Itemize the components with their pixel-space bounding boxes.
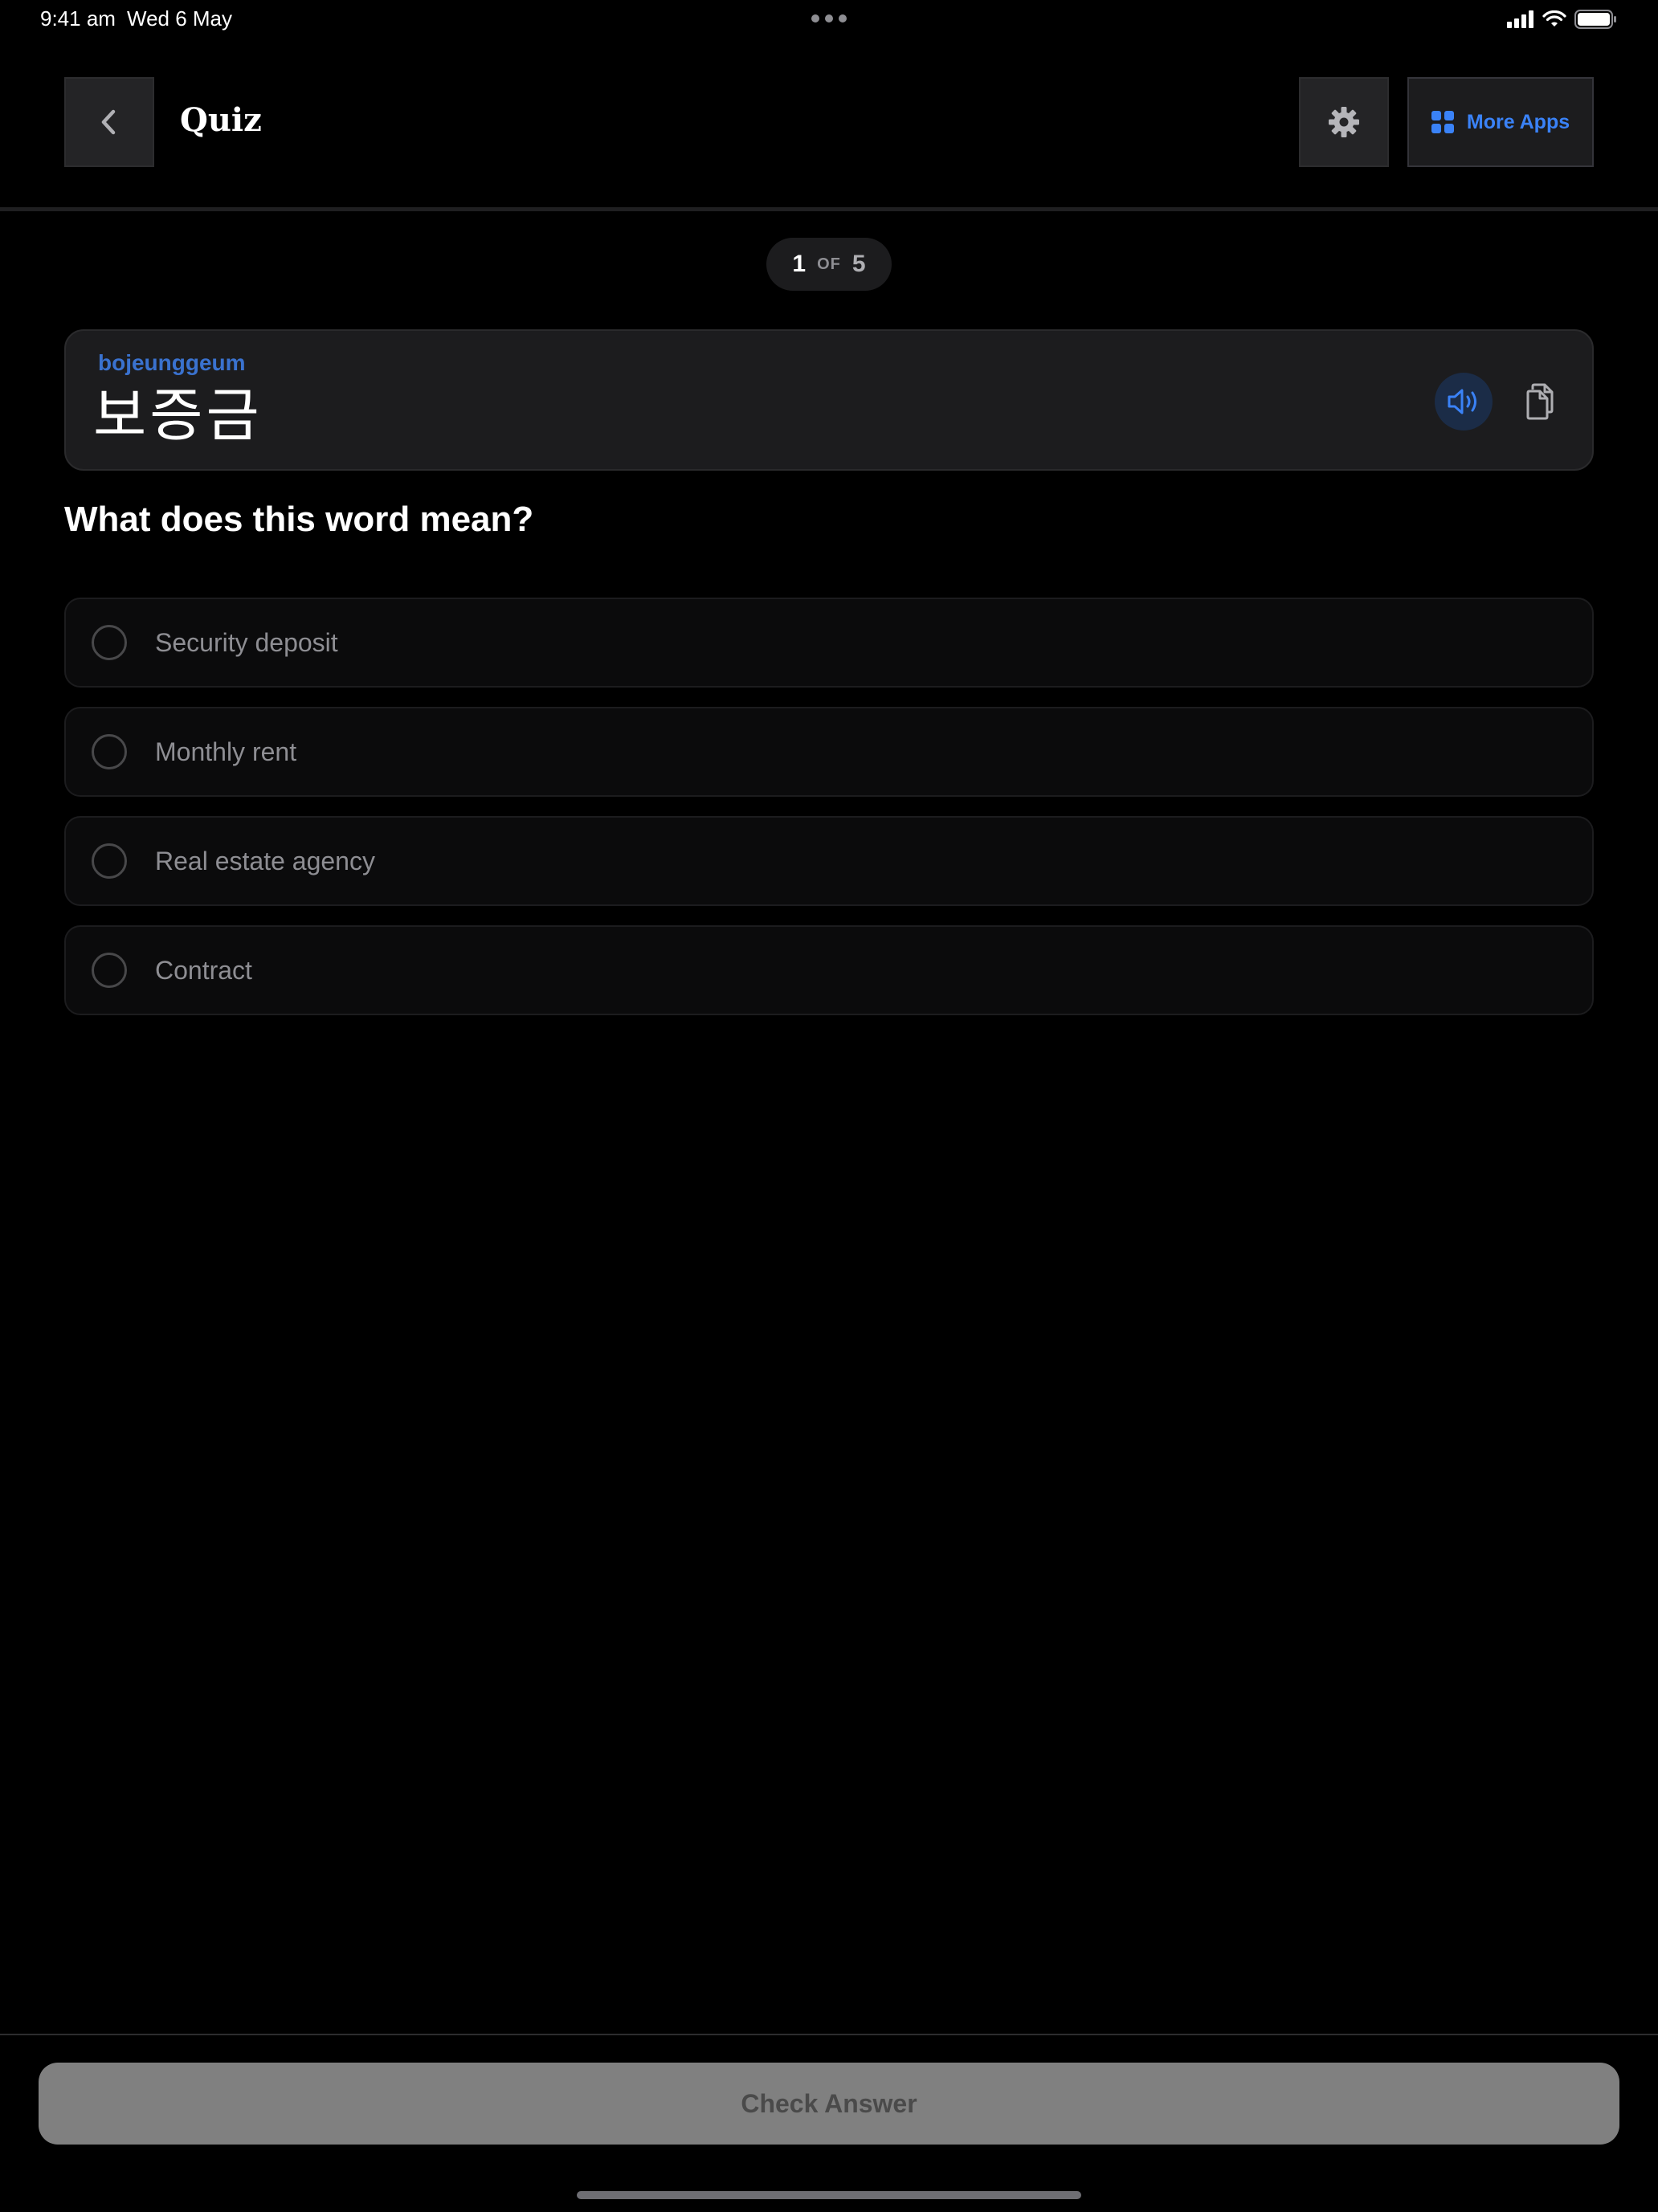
answer-option[interactable]: Monthly rent xyxy=(64,707,1594,797)
home-indicator[interactable] xyxy=(577,2191,1081,2199)
radio-button[interactable] xyxy=(92,625,127,660)
multitasking-dots-icon[interactable] xyxy=(811,14,847,24)
radio-button[interactable] xyxy=(92,843,127,879)
check-answer-button[interactable]: Check Answer xyxy=(39,2063,1619,2145)
answer-option-label: Security deposit xyxy=(155,628,338,657)
word-card: bojeunggeum 보증금 xyxy=(64,329,1594,471)
answer-option[interactable]: Real estate agency xyxy=(64,816,1594,906)
radio-button[interactable] xyxy=(92,953,127,988)
answer-option[interactable]: Security deposit xyxy=(64,598,1594,688)
grid-icon xyxy=(1431,111,1454,133)
settings-button[interactable] xyxy=(1299,77,1389,167)
battery-icon xyxy=(1574,10,1616,29)
answer-option-label: Real estate agency xyxy=(155,847,375,875)
counter-current: 1 xyxy=(792,251,807,277)
header-bar: Quiz More Apps xyxy=(0,39,1658,211)
question-counter: 1 OF 5 xyxy=(766,238,892,291)
play-audio-button[interactable] xyxy=(1435,373,1493,431)
question-text: What does this word mean? xyxy=(64,500,534,539)
answer-option-label: Monthly rent xyxy=(155,737,297,766)
back-button[interactable] xyxy=(64,77,154,167)
status-date: Wed 6 May xyxy=(127,6,233,31)
chevron-left-icon xyxy=(101,109,116,135)
answer-options: Security deposit Monthly rent Real estat… xyxy=(64,598,1594,1035)
counter-of-label: OF xyxy=(817,255,841,273)
footer-bar: Check Answer xyxy=(0,2034,1658,2212)
counter-total: 5 xyxy=(851,251,866,277)
copy-icon xyxy=(1526,383,1554,420)
word-romanization: bojeunggeum xyxy=(98,350,246,375)
status-indicators xyxy=(1507,10,1618,29)
radio-button[interactable] xyxy=(92,734,127,769)
status-time: 9:41 am xyxy=(40,6,116,31)
wifi-icon xyxy=(1542,10,1566,27)
answer-option[interactable]: Contract xyxy=(64,925,1594,1015)
page-title: Quiz xyxy=(180,101,262,139)
gear-icon xyxy=(1329,107,1359,137)
signal-icon xyxy=(1507,10,1533,28)
copy-button[interactable] xyxy=(1512,373,1570,431)
word-hangul: 보증금 xyxy=(93,382,263,449)
speaker-icon xyxy=(1448,389,1476,414)
more-apps-label: More Apps xyxy=(1466,110,1570,133)
answer-option-label: Contract xyxy=(155,956,252,985)
status-bar: 9:41 am Wed 6 May xyxy=(0,0,1658,39)
more-apps-button[interactable]: More Apps xyxy=(1407,77,1594,167)
